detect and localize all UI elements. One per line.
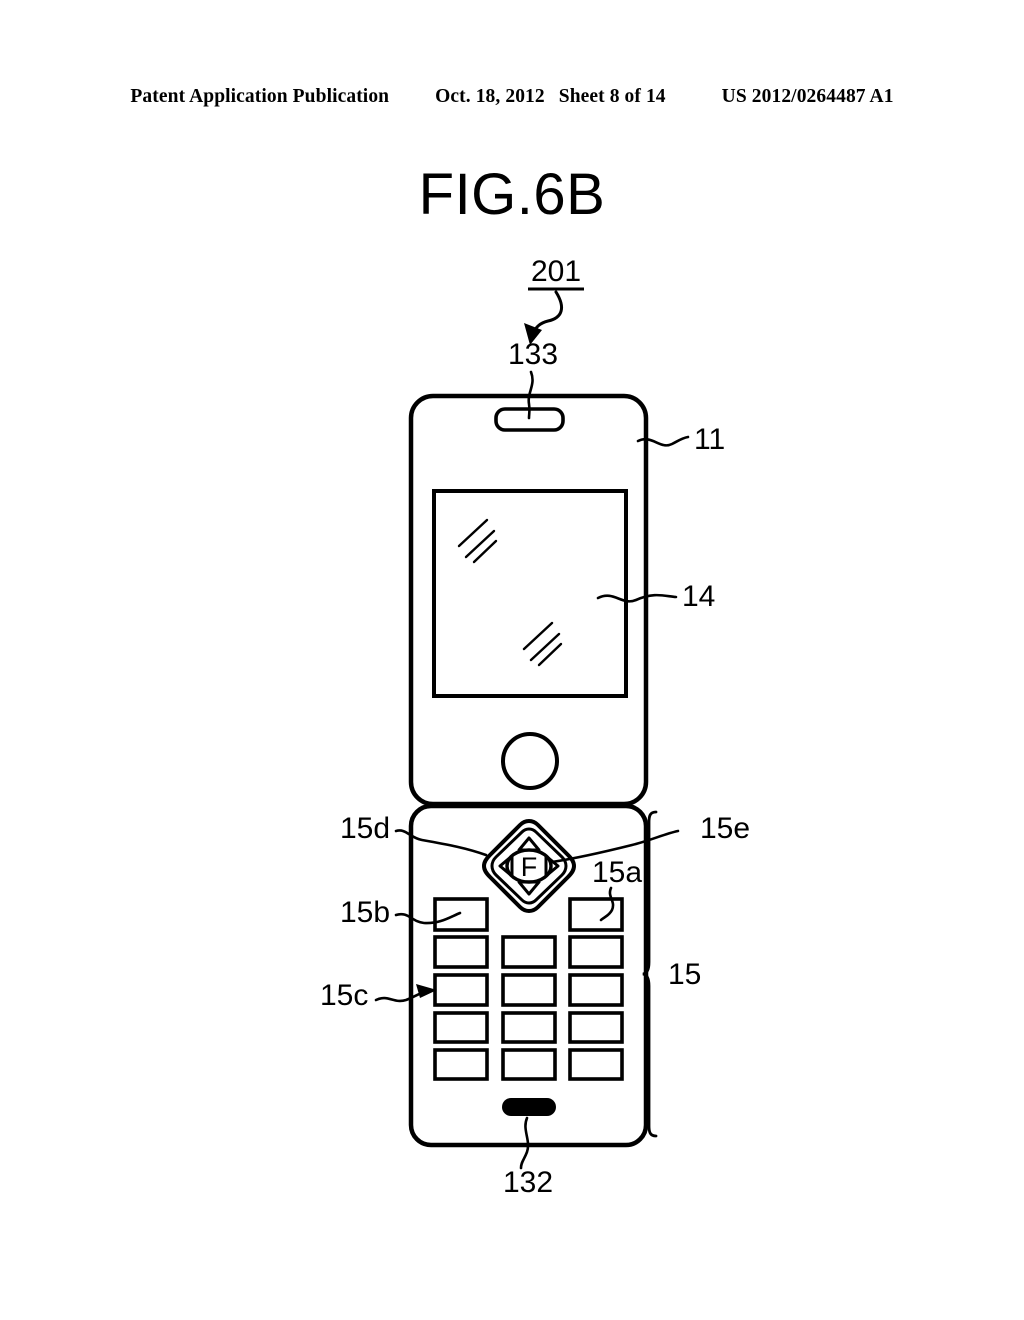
microphone-element: [502, 1098, 556, 1116]
keypad-key-r2c2[interactable]: [501, 935, 557, 969]
nav-up-arrow-icon[interactable]: [517, 836, 541, 852]
display-leader-line: [596, 593, 678, 603]
nav-center-key-glyph: F: [521, 852, 538, 882]
keypad-key-r3c3[interactable]: [568, 973, 624, 1007]
microphone-callout-132: 132: [503, 1116, 553, 1199]
key-callout-15a: 15a: [592, 856, 642, 922]
housing-label-11: 11: [694, 423, 725, 456]
assembly-callout-201: 201: [524, 255, 584, 345]
keypad-key-r5c2[interactable]: [501, 1048, 557, 1081]
speaker-label-133: 133: [508, 338, 558, 371]
microphone-label-132: 132: [503, 1166, 553, 1199]
center-key-callout-15e: 15e: [550, 812, 750, 864]
display-shine-marks-upper: [457, 518, 498, 564]
display-screen: [432, 489, 628, 698]
keypad-key-r2c1[interactable]: [433, 935, 489, 969]
key-15a-leader-line: [599, 886, 615, 922]
keypad-key-r2c3[interactable]: [568, 935, 624, 969]
keypad-key-left-softkey[interactable]: [433, 897, 489, 932]
display-label-14: 14: [682, 580, 715, 613]
keypad-key-r4c1[interactable]: [433, 1011, 489, 1044]
keypad-group-callout-15: 15: [642, 810, 701, 1138]
keypad-key-r4c3[interactable]: [568, 1011, 624, 1044]
speaker-callout-133: 133: [508, 338, 558, 420]
assembly-label-201: 201: [531, 255, 581, 288]
keypad-key-r5c1[interactable]: [433, 1048, 489, 1081]
key-label-15c: 15c: [320, 979, 368, 1012]
center-key-label-15e: 15e: [700, 812, 750, 845]
figure-drawing: 201 133 11 14 F 15d 15e 15a 15b 15c 15 1…: [0, 0, 1024, 1320]
key-label-15b: 15b: [340, 896, 390, 929]
display-shine-marks-lower: [522, 621, 563, 667]
nav-down-arrow-icon[interactable]: [517, 880, 541, 896]
key-callout-15b: 15b: [340, 896, 462, 929]
keypad-group-label-15: 15: [668, 958, 701, 991]
nav-pad-label-15d: 15d: [340, 812, 390, 845]
front-circle-element: [501, 732, 559, 790]
housing-callout-11: 11: [636, 423, 725, 456]
keypad-key-r3c1[interactable]: [433, 973, 489, 1007]
display-callout-14: 14: [596, 580, 715, 613]
keypad-key-r5c3[interactable]: [568, 1048, 624, 1081]
keypad-key-right-softkey[interactable]: [568, 897, 624, 932]
navigation-pad[interactable]: F: [481, 818, 577, 914]
assembly-leader-curve: [531, 290, 564, 335]
upper-housing-body: [408, 393, 649, 807]
keypad-key-r4c2[interactable]: [501, 1011, 557, 1044]
keypad-key-r3c2[interactable]: [501, 973, 557, 1007]
key-label-15a: 15a: [592, 856, 642, 889]
key-callout-15c: 15c: [320, 979, 437, 1012]
patent-drawing-page: Patent Application Publication Oct. 18, …: [0, 0, 1024, 1320]
key-15b-leader-line: [394, 911, 462, 925]
